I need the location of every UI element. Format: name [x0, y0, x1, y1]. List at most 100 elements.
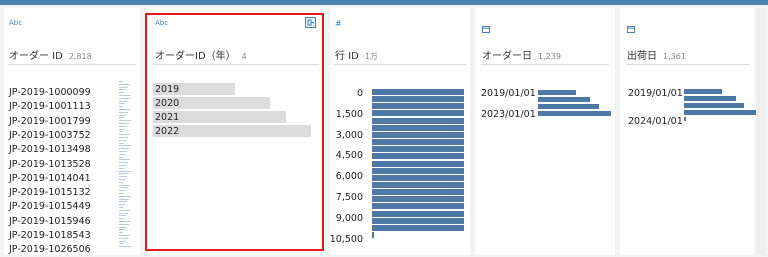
histogram-bar[interactable]	[372, 210, 464, 217]
date-bar[interactable]	[684, 103, 744, 108]
mini-bar	[119, 179, 125, 180]
scrollbar[interactable]	[757, 8, 765, 255]
profile-card-order-date[interactable]: オーダー日 1,239 2019/01/01 2023/01/01	[475, 8, 615, 255]
mini-bar	[119, 89, 126, 91]
histogram-bar[interactable]	[372, 203, 464, 210]
profile-card-row-id[interactable]: # 行 ID 1万 0 1,500 3,000 4,500 6,000 7,500 9,000…	[330, 8, 470, 255]
mini-bar	[119, 237, 128, 239]
header-divider	[8, 64, 136, 65]
date-bar[interactable]	[684, 110, 756, 115]
mini-bar	[119, 151, 127, 152]
value-item[interactable]: JP-2019-1000099	[9, 87, 91, 98]
mini-bar	[119, 137, 128, 138]
histogram-bar[interactable]	[372, 167, 464, 174]
histogram-bar[interactable]	[372, 217, 464, 224]
date-axis-label: 2019/01/01	[481, 88, 536, 99]
calendar-icon	[482, 18, 490, 37]
distinct-count: 1,361	[663, 52, 686, 61]
profile-card-order-id[interactable]: Abc オーダー ID 2,818 JP-2019-1000099 JP-2019-…	[4, 8, 140, 255]
mini-bar	[119, 223, 129, 225]
histogram-bar[interactable]	[372, 139, 464, 146]
mini-bar	[119, 221, 131, 222]
mini-bar	[119, 207, 123, 208]
axis-tick-label: 4,500	[335, 150, 363, 162]
mini-bar	[119, 218, 124, 220]
histogram-bar[interactable]	[372, 117, 464, 124]
mini-bar	[119, 128, 125, 130]
mini-bar	[119, 95, 131, 96]
value-item[interactable]: JP-2019-1026506	[9, 244, 91, 255]
mini-bar	[119, 187, 128, 189]
value-item[interactable]: JP-2019-1003752	[9, 130, 91, 141]
mini-bar	[119, 106, 123, 108]
field-header[interactable]: オーダー日 1,239	[482, 47, 561, 62]
field-header[interactable]: 出荷日 1,361	[627, 47, 686, 62]
histogram-bar[interactable]	[372, 224, 464, 231]
mini-bar	[119, 195, 131, 197]
mini-bar	[119, 232, 123, 234]
mini-bar	[119, 226, 127, 228]
histogram-bar[interactable]	[372, 196, 464, 203]
histogram-bar[interactable]	[372, 124, 464, 131]
mini-bar	[119, 204, 125, 206]
mini-bar	[119, 190, 126, 192]
histogram-bar[interactable]	[372, 189, 464, 196]
number-type-icon: #	[335, 19, 342, 28]
value-item[interactable]: JP-2019-1001113	[9, 101, 91, 112]
mini-bar	[119, 162, 128, 164]
mini-bar	[119, 145, 131, 147]
histogram-bar[interactable]	[372, 96, 464, 103]
mini-bar	[119, 173, 129, 175]
value-item[interactable]: JP-2019-1015946	[9, 216, 91, 227]
date-bar[interactable]	[538, 90, 576, 95]
value-item[interactable]: JP-2019-1013498	[9, 144, 91, 155]
histogram-bar[interactable]	[372, 181, 464, 188]
value-item[interactable]: JP-2019-1015132	[9, 187, 91, 198]
axis-tick-label: 1,500	[335, 108, 363, 120]
histogram-bar[interactable]	[372, 174, 464, 181]
axis-tick-label: 7,500	[335, 192, 363, 203]
mini-bar	[119, 111, 128, 113]
histogram-bar[interactable]	[372, 160, 464, 167]
histogram-bar[interactable]	[372, 232, 374, 238]
mini-bar	[119, 117, 124, 119]
field-name: オーダー日	[482, 51, 532, 62]
mini-bar	[119, 181, 123, 183]
date-bar[interactable]	[684, 117, 686, 121]
field-header[interactable]: オーダー ID 2,818	[9, 47, 92, 62]
value-item[interactable]: JP-2019-1013528	[9, 159, 91, 170]
mini-bar	[119, 209, 130, 211]
distinct-count: 1,239	[538, 52, 561, 61]
value-item[interactable]: JP-2019-1014041	[9, 173, 91, 184]
value-item[interactable]: JP-2019-1018543	[9, 230, 91, 241]
date-bar[interactable]	[684, 96, 736, 101]
mini-bar	[119, 198, 129, 200]
histogram-bar[interactable]	[372, 153, 464, 160]
axis-tick-label: 0	[356, 88, 363, 99]
date-bar[interactable]	[538, 111, 611, 116]
value-item[interactable]: JP-2019-1001799	[9, 116, 91, 127]
date-bar[interactable]	[538, 104, 599, 109]
date-bar[interactable]	[684, 89, 722, 94]
calendar-icon	[627, 18, 635, 37]
mini-bar	[119, 212, 128, 214]
date-axis-label: 2024/01/01	[628, 116, 683, 127]
mini-bar	[119, 156, 123, 158]
field-name: 行 ID	[335, 51, 359, 62]
histogram-bar[interactable]	[372, 146, 464, 153]
field-header[interactable]: 行 ID 1万	[335, 47, 378, 62]
histogram-bar[interactable]	[372, 110, 464, 117]
string-type-icon: Abc	[9, 19, 23, 27]
value-item[interactable]: JP-2019-1015449	[9, 201, 91, 212]
mini-bar	[119, 148, 129, 150]
histogram-bar[interactable]	[372, 131, 464, 138]
mini-bar	[119, 109, 130, 110]
date-bar[interactable]	[538, 97, 590, 102]
header-divider	[626, 64, 750, 65]
mini-bar	[119, 176, 127, 178]
mini-bar	[119, 153, 125, 155]
mini-bar	[119, 201, 127, 203]
profile-card-ship-date[interactable]: 出荷日 1,361 2019/01/01 2024/01/01	[620, 8, 756, 255]
histogram-bar[interactable]	[372, 103, 464, 110]
histogram-bar[interactable]	[372, 89, 464, 95]
